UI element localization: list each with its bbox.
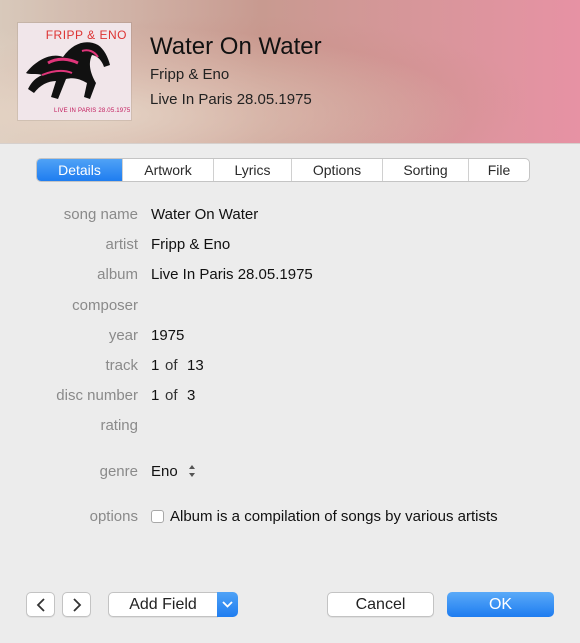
song-header: FRIPP & ENO LIVE IN PARIS 28.05.1975 Wat… <box>0 0 580 144</box>
compilation-checkbox[interactable] <box>151 510 164 523</box>
song-name-label: song name <box>63 206 138 223</box>
chevron-left-icon <box>36 598 45 612</box>
rating-label: rating <box>100 417 138 434</box>
tab-bar: Details Artwork Lyrics Options Sorting F… <box>36 158 530 182</box>
genre-updown-icon[interactable] <box>187 463 197 479</box>
tab-details[interactable]: Details <box>37 159 123 181</box>
genre-select[interactable]: Eno <box>151 463 178 480</box>
year-label: year <box>108 327 138 344</box>
year-field[interactable]: 1975 <box>151 327 184 344</box>
artwork-subtitle: LIVE IN PARIS 28.05.1975 <box>54 108 131 114</box>
album-label: album <box>97 266 138 283</box>
tab-file[interactable]: File <box>469 159 529 181</box>
song-title: Water On Water <box>150 33 322 60</box>
song-album: Live In Paris 28.05.1975 <box>150 91 312 108</box>
track-total-field[interactable]: 13 <box>187 357 204 374</box>
tab-sorting[interactable]: Sorting <box>383 159 469 181</box>
chevron-right-icon <box>73 598 82 612</box>
album-field[interactable]: Live In Paris 28.05.1975 <box>151 266 313 283</box>
genre-label: genre <box>99 463 138 480</box>
track-label: track <box>105 357 138 374</box>
composer-field[interactable] <box>151 297 511 315</box>
previous-button[interactable] <box>26 592 55 617</box>
disc-number-label: disc number <box>56 387 138 404</box>
next-button[interactable] <box>62 592 91 617</box>
disc-total-field[interactable]: 3 <box>187 387 195 404</box>
compilation-checkbox-label[interactable]: Album is a compilation of songs by vario… <box>170 508 498 525</box>
disc-number-field[interactable]: 1 <box>151 387 159 404</box>
album-artwork: FRIPP & ENO LIVE IN PARIS 28.05.1975 <box>18 23 131 120</box>
ok-button[interactable]: OK <box>447 592 554 617</box>
song-artist: Fripp & Eno <box>150 66 230 83</box>
add-field-dropdown[interactable] <box>217 592 238 617</box>
chevron-down-icon <box>222 601 233 608</box>
artist-field[interactable]: Fripp & Eno <box>151 236 230 253</box>
cancel-button[interactable]: Cancel <box>327 592 434 617</box>
artwork-title: FRIPP & ENO <box>45 28 127 42</box>
disc-of-label: of <box>165 387 178 404</box>
options-label: options <box>89 508 138 525</box>
composer-label: composer <box>72 297 138 314</box>
song-name-field[interactable]: Water On Water <box>151 206 258 223</box>
track-number-field[interactable]: 1 <box>151 357 159 374</box>
tab-options[interactable]: Options <box>292 159 383 181</box>
rating-stars[interactable] <box>151 417 251 435</box>
tab-artwork[interactable]: Artwork <box>123 159 214 181</box>
artist-label: artist <box>105 236 138 253</box>
add-field-button[interactable]: Add Field <box>108 592 218 617</box>
tab-lyrics[interactable]: Lyrics <box>214 159 292 181</box>
track-of-label: of <box>165 357 178 374</box>
